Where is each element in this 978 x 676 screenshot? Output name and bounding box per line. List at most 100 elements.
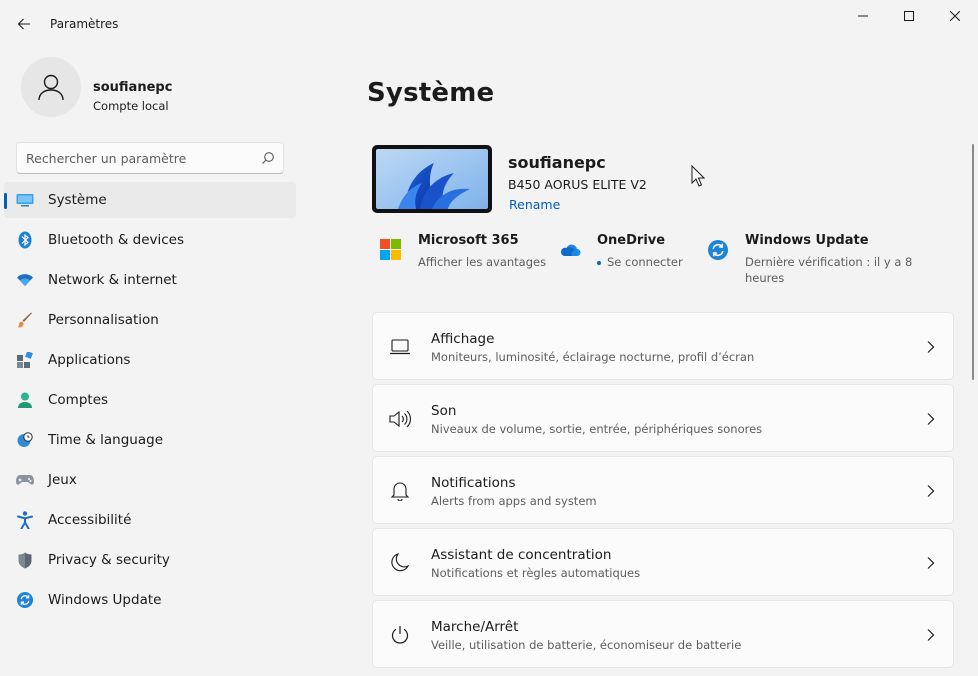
card-title: Marche/Arrêt: [431, 619, 519, 635]
quick-link-title: Windows Update: [745, 233, 869, 248]
sidebar-item-label: Système: [48, 192, 107, 208]
sidebar-item-privacy-security[interactable]: Privacy & security: [4, 542, 296, 578]
card-subtitle: Alerts from apps and system: [431, 494, 597, 508]
sidebar-item-system[interactable]: Système: [4, 182, 296, 218]
system-icon: [16, 191, 34, 209]
quick-link-onedrive[interactable]: OneDrive Se connecter: [559, 233, 699, 285]
quick-link-subtitle: Se connecter: [607, 255, 683, 269]
quick-link-title: OneDrive: [597, 233, 666, 248]
card-display[interactable]: Affichage Moniteurs, luminosité, éclaira…: [372, 312, 954, 380]
sidebar-nav: Système Bluetooth & devices Network & in…: [4, 182, 296, 622]
search-box: [16, 142, 284, 174]
laptop-icon: [389, 337, 411, 357]
sidebar: soufianepc Compte local Système Bluetoot…: [0, 48, 310, 676]
sidebar-item-label: Accessibilité: [48, 512, 132, 528]
device-model: B450 AORUS ELITE V2: [508, 177, 647, 192]
quick-link-windows-update[interactable]: Windows Update Dernière vérification : i…: [707, 233, 927, 285]
mouse-cursor-icon: [691, 165, 705, 187]
settings-list: Affichage Moniteurs, luminosité, éclaira…: [372, 312, 954, 672]
sidebar-item-accessibility[interactable]: Accessibilité: [4, 502, 296, 538]
sidebar-item-personalization[interactable]: Personnalisation: [4, 302, 296, 338]
moon-icon: [389, 553, 411, 573]
quick-link-subtitle: Afficher les avantages: [418, 255, 547, 269]
card-sound[interactable]: Son Niveaux de volume, sortie, entrée, p…: [372, 384, 954, 452]
sidebar-item-bluetooth[interactable]: Bluetooth & devices: [4, 222, 296, 258]
card-subtitle: Moniteurs, luminosité, éclairage nocturn…: [431, 350, 755, 364]
device-name: soufianepc: [508, 153, 606, 172]
sidebar-item-label: Applications: [48, 352, 131, 368]
back-button[interactable]: [12, 12, 36, 36]
sidebar-item-accounts[interactable]: Comptes: [4, 382, 296, 418]
sidebar-item-gaming[interactable]: Jeux: [4, 462, 296, 498]
power-icon: [389, 625, 411, 645]
minimize-button[interactable]: [840, 0, 886, 32]
chevron-right-icon: [927, 629, 935, 641]
accessibility-icon: [16, 511, 34, 529]
sidebar-item-label: Time & language: [48, 432, 164, 448]
close-icon: [950, 11, 960, 21]
rename-link[interactable]: Rename: [509, 197, 560, 212]
sidebar-item-time-language[interactable]: Time & language: [4, 422, 296, 458]
card-title: Assistant de concentration: [431, 547, 612, 563]
sidebar-item-label: Windows Update: [48, 592, 162, 608]
status-dot: [597, 260, 601, 265]
sidebar-item-label: Jeux: [48, 472, 77, 488]
speaker-icon: [389, 409, 411, 429]
onedrive-cloud-icon: [561, 244, 581, 256]
chevron-right-icon: [927, 557, 935, 569]
account-type: Compte local: [93, 99, 169, 113]
card-notifications[interactable]: Notifications Alerts from apps and syste…: [372, 456, 954, 524]
sidebar-item-label: Privacy & security: [48, 552, 170, 568]
update-icon: [16, 591, 34, 609]
clock-globe-icon: [16, 431, 34, 449]
device-info: soufianepc B450 AORUS ELITE V2 Rename: [372, 145, 952, 215]
avatar: [21, 57, 81, 117]
page-title: Système: [367, 78, 495, 108]
brush-icon: [16, 311, 34, 329]
card-subtitle: Notifications et règles automatiques: [431, 566, 641, 580]
minimize-icon: [858, 15, 868, 17]
shield-icon: [16, 551, 34, 569]
search-input[interactable]: [26, 149, 256, 167]
card-subtitle: Niveaux de volume, sortie, entrée, périp…: [431, 422, 763, 436]
quick-link-subtitle: Dernière vérification : il y a 8 heures: [745, 255, 913, 285]
person-icon: [16, 391, 34, 409]
main-content: Système soufianepc B450 AORUS ELITE V2 R…: [310, 48, 970, 676]
card-focus-assist[interactable]: Assistant de concentration Notifications…: [372, 528, 954, 596]
sidebar-item-label: Comptes: [48, 392, 109, 408]
person-icon: [38, 74, 64, 101]
maximize-icon: [904, 11, 914, 21]
close-button[interactable]: [932, 0, 978, 32]
maximize-button[interactable]: [886, 0, 932, 32]
card-power[interactable]: Marche/Arrêt Veille, utilisation de batt…: [372, 600, 954, 668]
search-icon[interactable]: [261, 151, 275, 165]
back-arrow-icon: [17, 18, 30, 30]
sidebar-item-apps[interactable]: Applications: [4, 342, 296, 378]
update-icon: [708, 240, 728, 260]
title-bar: Paramètres: [0, 0, 978, 48]
chevron-right-icon: [927, 413, 935, 425]
card-title: Son: [431, 403, 457, 419]
card-title: Notifications: [431, 475, 516, 491]
sidebar-item-label: Network & internet: [48, 272, 177, 288]
sidebar-item-network[interactable]: Network & internet: [4, 262, 296, 298]
sidebar-item-windows-update[interactable]: Windows Update: [4, 582, 296, 618]
bluetooth-icon: [16, 231, 34, 249]
scrollbar[interactable]: [972, 144, 974, 380]
wallpaper-image: [376, 149, 488, 209]
user-name: soufianepc: [93, 80, 173, 95]
card-title: Affichage: [431, 331, 495, 347]
bell-icon: [389, 481, 411, 501]
card-subtitle: Veille, utilisation de batterie, économi…: [431, 638, 742, 652]
microsoft-logo-icon: [380, 239, 401, 260]
quick-link-microsoft365[interactable]: Microsoft 365 Afficher les avantages: [380, 233, 550, 285]
quick-link-subtitle-row: Se connecter: [597, 254, 683, 270]
quick-link-title: Microsoft 365: [418, 233, 519, 248]
chevron-right-icon: [927, 341, 935, 353]
chevron-right-icon: [927, 485, 935, 497]
wifi-icon: [16, 271, 34, 289]
window-title: Paramètres: [50, 17, 119, 31]
user-profile[interactable]: soufianepc Compte local: [20, 56, 300, 118]
sidebar-item-label: Bluetooth & devices: [48, 232, 185, 248]
device-wallpaper-thumbnail: [372, 145, 492, 213]
